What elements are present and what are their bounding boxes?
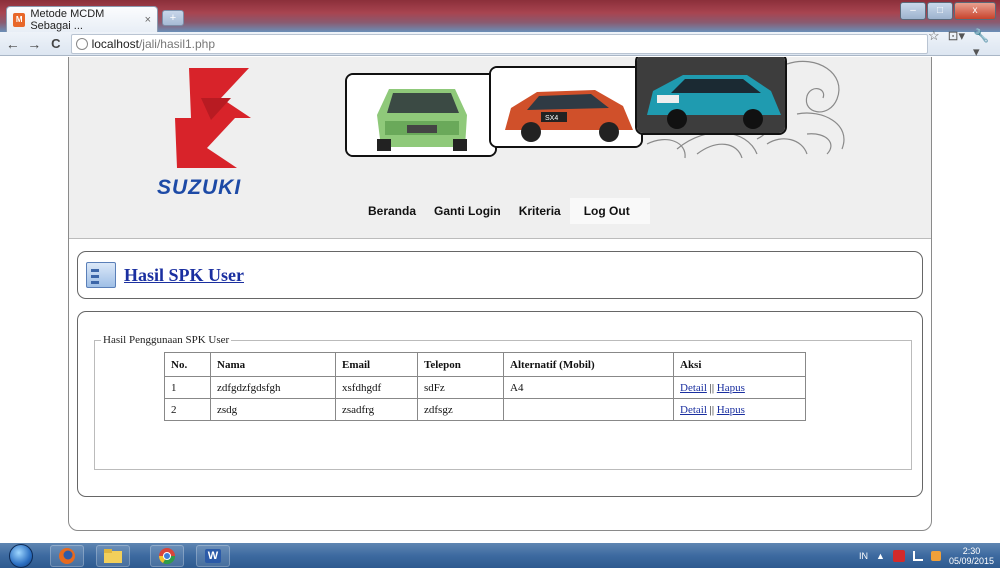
cell-telepon: zdfsgz [417,398,504,421]
cell-email: zsadfrg [335,398,418,421]
network-tray-icon[interactable] [912,550,923,561]
bookmark-star-icon[interactable]: ☆ [928,28,940,60]
cell-aksi: Detail || Hapus [673,376,806,399]
address-host: localhost [91,36,139,51]
minimize-button[interactable]: – [900,2,926,20]
link-separator: || [709,381,715,394]
back-button[interactable]: ← [4,36,22,52]
table-header-row: No. Nama Email Telepon Alternatif (Mobil… [164,352,806,377]
page-title-box: Hasil SPK User [77,251,923,299]
windows-taskbar: W IN ▲ 2:30 05/09/2015 [0,543,1000,568]
cell-email: xsfdhgdf [335,376,418,399]
content-box: Hasil Penggunaan SPK User No. Nama Email… [77,311,923,497]
folder-taskbar-icon[interactable] [96,545,130,567]
taskbar-clock[interactable]: 2:30 05/09/2015 [949,546,994,566]
favicon-icon: M [13,12,26,27]
system-tray: IN ▲ 2:30 05/09/2015 [859,543,994,568]
browser-tab[interactable]: M Metode MCDM Sebagai ... × [6,6,158,32]
close-window-button[interactable]: x [954,2,996,20]
wrench-menu-icon[interactable]: 🔧▾ [973,28,994,60]
browser-toolbar: ← → C localhost/jali/hasil1.php ☆ ⊡▾ 🔧▾ [0,28,1000,59]
header-nama: Nama [210,352,336,377]
header-aksi: Aksi [673,352,806,377]
car-image-wagonr [345,73,497,157]
cell-no: 1 [164,376,211,399]
table-row: 2 zsdg zsadfrg zdfsgz Detail || Hapus [164,398,806,421]
clock-time: 2:30 [962,545,981,556]
menu-item-beranda[interactable]: Beranda [359,198,425,224]
volume-tray-icon[interactable] [930,550,941,561]
page-menu-icon[interactable]: ⊡▾ [948,28,965,60]
suzuki-logo-icon [175,68,251,168]
cell-no: 2 [164,398,211,421]
cell-alternatif [503,398,674,421]
car-badge-text: SX4 [545,115,558,122]
header-telepon: Telepon [417,352,504,377]
cell-alternatif: A4 [503,376,674,399]
link-separator: || [709,403,715,416]
car-image-vitara [635,57,787,135]
tab-title: Metode MCDM Sebagai ... [30,7,105,32]
menu-item-ganti-login[interactable]: Ganti Login [425,198,510,224]
start-button[interactable] [9,544,33,568]
firefox-taskbar-icon[interactable] [50,545,84,567]
clock-date: 05/09/2015 [948,555,994,566]
cell-nama: zdfgdzfgdsfgh [210,376,336,399]
cell-nama: zsdg [210,398,336,421]
address-bar[interactable]: localhost/jali/hasil1.php [70,33,928,54]
globe-icon [75,37,88,50]
header-alternatif: Alternatif (Mobil) [503,352,674,377]
hapus-link[interactable]: Hapus [717,404,745,416]
tray-expand-icon[interactable]: ▲ [876,551,885,561]
new-tab-button[interactable]: + [162,10,184,26]
window-controls: – □ x [900,2,996,20]
menu-item-kriteria[interactable]: Kriteria [510,198,570,224]
word-taskbar-icon[interactable]: W [196,545,230,567]
chrome-taskbar-icon[interactable] [150,545,184,567]
maximize-button[interactable]: □ [927,2,953,20]
car-image-sx4: SX4 [489,66,643,148]
hapus-link[interactable]: Hapus [717,382,745,394]
fieldset-legend: Hasil Penggunaan SPK User [103,334,230,346]
page-frame: SUZUKI SX4 Beranda Ganti Login Kriteria … [68,57,932,531]
report-icon [86,262,116,288]
page-title[interactable]: Hasil SPK User [124,265,244,286]
main-menu: Beranda Ganti Login Kriteria Log Out [359,198,650,224]
results-table: No. Nama Email Telepon Alternatif (Mobil… [164,352,806,421]
language-indicator[interactable]: IN [859,551,868,561]
header-email: Email [335,352,418,377]
header-no: No. [164,352,211,377]
reload-button[interactable]: C [47,36,65,51]
detail-link[interactable]: Detail [680,404,707,416]
forward-button[interactable]: → [26,36,44,52]
address-path: /jali/hasil1.php [138,36,216,51]
browser-titlebar: M Metode MCDM Sebagai ... × + – □ x [0,0,1000,32]
table-row: 1 zdfgdzfgdsfgh xsfdhgdf sdFz A4 Detail … [164,376,806,399]
detail-link[interactable]: Detail [680,382,707,394]
antivirus-tray-icon[interactable] [892,549,905,562]
cell-telepon: sdFz [417,376,504,399]
cell-aksi: Detail || Hapus [673,398,806,421]
word-icon: W [204,549,222,563]
site-header: SUZUKI SX4 Beranda Ganti Login Kriteria … [69,57,931,239]
menu-item-log-out[interactable]: Log Out [569,198,650,224]
suzuki-logo-text: SUZUKI [157,176,242,199]
page-viewport: SUZUKI SX4 Beranda Ganti Login Kriteria … [0,57,1000,543]
tab-close-icon[interactable]: × [145,14,151,26]
